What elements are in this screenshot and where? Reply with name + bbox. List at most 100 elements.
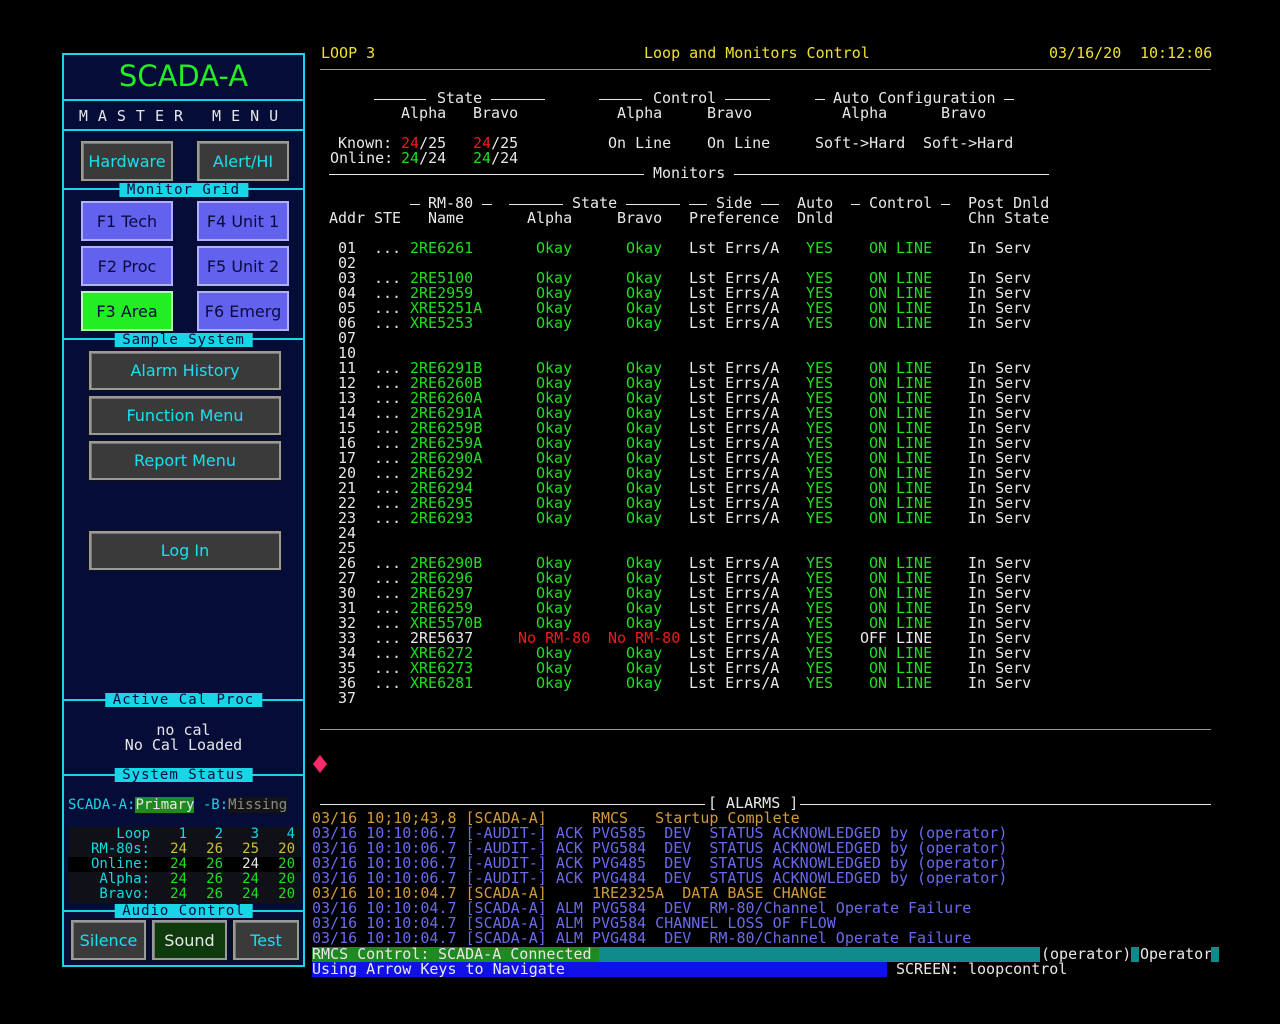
rule: [320, 804, 705, 805]
side-preference-header: Preference: [689, 209, 780, 227]
rule: [626, 204, 680, 205]
f2-proc-button[interactable]: F2 Proc: [81, 246, 173, 286]
chn-state-header: Chn State: [968, 209, 1050, 227]
monitor-name: XRE6281: [410, 674, 474, 692]
loop-grid-label: Alpha:: [99, 871, 150, 887]
monitor-side-preference: Lst Errs/A: [689, 239, 780, 257]
loop-grid-value: 24: [170, 886, 187, 902]
silence-button[interactable]: Silence: [71, 920, 146, 960]
auto-alpha-value: Soft->Hard: [815, 134, 906, 152]
loop-grid-value: 20: [278, 871, 295, 887]
loop-grid-value: 20: [278, 856, 295, 872]
table-divider: [320, 729, 1211, 730]
rule: [941, 204, 950, 205]
online-bravo-count: 24: [473, 149, 492, 167]
online-bravo-total: /24: [491, 149, 519, 167]
monitor-post-dnld: In Serv: [968, 314, 1032, 332]
name-header: Name: [428, 209, 465, 227]
monitor-control-state: ON: [869, 674, 888, 692]
hardware-button[interactable]: Hardware: [81, 141, 173, 181]
f6-emerg-button[interactable]: F6 Emerg: [197, 291, 289, 331]
sample-system-label: Sample System: [114, 333, 253, 347]
control-bravo-value: On Line: [707, 134, 771, 152]
log-in-button[interactable]: Log In: [89, 531, 281, 570]
dnld-header: Dnld: [797, 209, 834, 227]
loop-grid-value: 26: [206, 841, 223, 857]
monitor-state-bravo: Okay: [626, 509, 663, 527]
state-col-heading: State: [572, 194, 618, 212]
monitor-auto-dnld: YES: [806, 509, 834, 527]
monitor-control-line: LINE: [896, 509, 933, 527]
monitor-auto-dnld: YES: [806, 239, 834, 257]
report-menu-button[interactable]: Report Menu: [89, 441, 281, 480]
loop-grid-value: 24: [242, 871, 259, 887]
status-sep: [1211, 947, 1219, 962]
navigation-hint: Using Arrow Keys to Navigate: [312, 962, 887, 977]
cursor-diamond-icon: [313, 755, 327, 773]
control-alpha-label: Alpha: [617, 104, 663, 122]
divider: [64, 99, 303, 101]
auto-bravo-value: Soft->Hard: [923, 134, 1014, 152]
rule: [509, 204, 563, 205]
loop-grid-label: Online:: [90, 856, 150, 872]
monitor-control-state: ON: [869, 509, 888, 527]
loop-grid-value: 25: [242, 841, 259, 857]
loop-indicator: LOOP 3: [321, 44, 376, 62]
rule: [800, 804, 1211, 805]
monitor-state-bravo: Okay: [626, 674, 663, 692]
loop-grid-value: 20: [278, 841, 295, 857]
rule: [815, 99, 825, 100]
control-alpha-value: On Line: [608, 134, 672, 152]
loop-grid-value: 24: [242, 856, 259, 872]
loop-grid-label: Loop: [116, 826, 150, 842]
state-alpha-header: Alpha: [527, 209, 573, 227]
monitor-post-dnld: In Serv: [968, 674, 1032, 692]
page-title: Loop and Monitors Control: [644, 44, 870, 62]
scada-b-value: Missing: [228, 797, 288, 813]
online-bravo: 24/24: [473, 151, 518, 166]
rule: [689, 204, 707, 205]
monitor-control-line: LINE: [896, 314, 933, 332]
f1-tech-button[interactable]: F1 Tech: [81, 201, 173, 241]
state-bravo-header: Bravo: [617, 209, 663, 227]
loop-grid-label: RM-80s:: [90, 841, 150, 857]
monitor-auto-dnld: YES: [806, 314, 834, 332]
loop-grid-value: 26: [206, 856, 223, 872]
state-bravo-label: Bravo: [473, 104, 519, 122]
scada-status-line: SCADA-A:Primary -B:Missing: [68, 797, 288, 813]
test-button[interactable]: Test: [233, 920, 299, 960]
loop-grid-value: 4: [286, 826, 295, 842]
rule: [482, 204, 492, 205]
f5-unit2-button[interactable]: F5 Unit 2: [197, 246, 289, 286]
screen-name: loopcontrol: [968, 960, 1068, 978]
alert-hi-button[interactable]: Alert/HI: [197, 141, 289, 181]
rule: [761, 204, 779, 205]
rule: [374, 99, 426, 100]
monitor-ste: ...: [374, 314, 402, 332]
alarm-history-button[interactable]: Alarm History: [89, 351, 281, 390]
monitor-addr: 37: [338, 689, 357, 707]
monitor-name: XRE5253: [410, 314, 474, 332]
user-role: Operator: [1140, 945, 1213, 963]
f3-area-button[interactable]: F3 Area: [81, 291, 173, 331]
loop-grid-value: 20: [278, 886, 295, 902]
scada-a-label: SCADA-A:: [68, 797, 136, 813]
f4-unit1-button[interactable]: F4 Unit 1: [197, 201, 289, 241]
loop-grid-value: 3: [250, 826, 259, 842]
master-menu-panel: SCADA-A MASTER MENU Hardware Alert/HI Mo…: [62, 53, 305, 967]
scada-b-label: -B:: [194, 797, 229, 813]
function-menu-button[interactable]: Function Menu: [89, 396, 281, 435]
monitor-name: 2RE6293: [410, 509, 474, 527]
divider: [64, 129, 303, 131]
monitor-ste: ...: [374, 509, 402, 527]
loop-grid-value: 26: [206, 886, 223, 902]
monitors-heading: Monitors: [653, 164, 726, 182]
monitor-post-dnld: In Serv: [968, 509, 1032, 527]
cal-loaded-text: No Cal Loaded: [124, 736, 243, 754]
sound-button[interactable]: Sound: [152, 920, 227, 960]
addr-header: Addr: [329, 209, 366, 227]
monitor-side-preference: Lst Errs/A: [689, 314, 780, 332]
online-alpha-count: 24: [401, 149, 420, 167]
cal-status: no cal No Cal Loaded: [64, 723, 303, 753]
online-label: Online:: [330, 149, 394, 167]
